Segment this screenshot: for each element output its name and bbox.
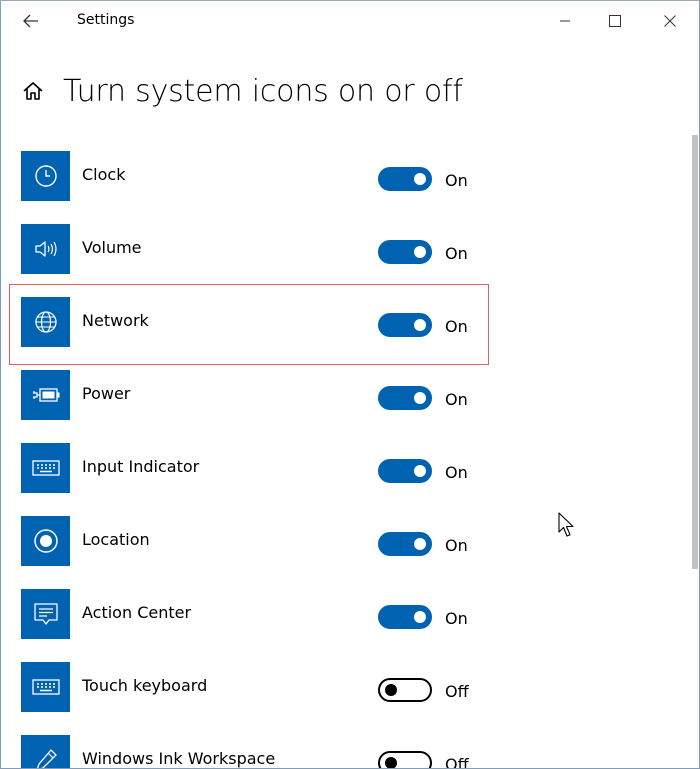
- item-label: Volume: [82, 238, 142, 257]
- toggle-state: Off: [445, 682, 469, 701]
- title-bar: Settings: [1, 1, 699, 41]
- item-label: Input Indicator: [82, 457, 200, 476]
- list-item-volume: Volume On: [21, 224, 681, 274]
- toggle-state: On: [445, 171, 468, 190]
- home-icon[interactable]: [19, 77, 47, 105]
- close-button[interactable]: [647, 5, 693, 37]
- location-toggle[interactable]: [378, 532, 432, 556]
- item-label: Clock: [82, 165, 126, 184]
- item-label: Windows Ink Workspace: [82, 749, 276, 768]
- toggle-state: Off: [445, 755, 469, 769]
- action-center-toggle[interactable]: [378, 605, 432, 629]
- location-icon: [21, 516, 70, 566]
- highlight-box: [9, 284, 489, 365]
- toggle-state: On: [445, 244, 468, 263]
- back-button[interactable]: [15, 7, 47, 35]
- toggle-state: On: [445, 609, 468, 628]
- page-title: Turn system icons on or off: [63, 73, 463, 109]
- list-item-windows-ink-workspace: Windows Ink Workspace Off: [21, 735, 681, 769]
- maximize-icon: [609, 15, 621, 27]
- window-title: Settings: [77, 12, 135, 28]
- list-item-clock: Clock On: [21, 151, 681, 201]
- page-header: Turn system icons on or off: [19, 69, 463, 113]
- item-label: Action Center: [82, 603, 192, 622]
- maximize-button[interactable]: [592, 5, 638, 37]
- clock-icon: [21, 151, 70, 201]
- clock-toggle[interactable]: [378, 167, 432, 191]
- list-item-action-center: Action Center On: [21, 589, 681, 639]
- toggle-state: On: [445, 390, 468, 409]
- input-indicator-toggle[interactable]: [378, 459, 432, 483]
- windows-ink-workspace-toggle[interactable]: [378, 751, 432, 768]
- minimize-button[interactable]: [542, 5, 588, 37]
- toggle-state: On: [445, 536, 468, 555]
- power-toggle[interactable]: [378, 386, 432, 410]
- close-icon: [664, 15, 676, 27]
- scrollbar[interactable]: [692, 135, 698, 569]
- keyboard-icon: [21, 662, 70, 712]
- mouse-cursor-icon: [558, 512, 574, 537]
- touch-keyboard-toggle[interactable]: [378, 678, 432, 702]
- list-item-touch-keyboard: Touch keyboard Off: [21, 662, 681, 712]
- action-center-icon: [21, 589, 70, 639]
- item-label: Power: [82, 384, 131, 403]
- list-item-power: Power On: [21, 370, 681, 420]
- volume-toggle[interactable]: [378, 240, 432, 264]
- toggle-state: On: [445, 463, 468, 482]
- list-item-input-indicator: Input Indicator On: [21, 443, 681, 493]
- keyboard-icon: [21, 443, 70, 493]
- volume-icon: [21, 224, 70, 274]
- list-item-location: Location On: [21, 516, 681, 566]
- item-label: Location: [82, 530, 150, 549]
- battery-plug-icon: [21, 370, 70, 420]
- settings-window: Settings Turn system icons on or off Clo…: [0, 0, 700, 769]
- item-label: Touch keyboard: [82, 676, 208, 695]
- minimize-icon: [560, 20, 570, 22]
- back-arrow-icon: [23, 14, 38, 28]
- pen-icon: [21, 735, 70, 768]
